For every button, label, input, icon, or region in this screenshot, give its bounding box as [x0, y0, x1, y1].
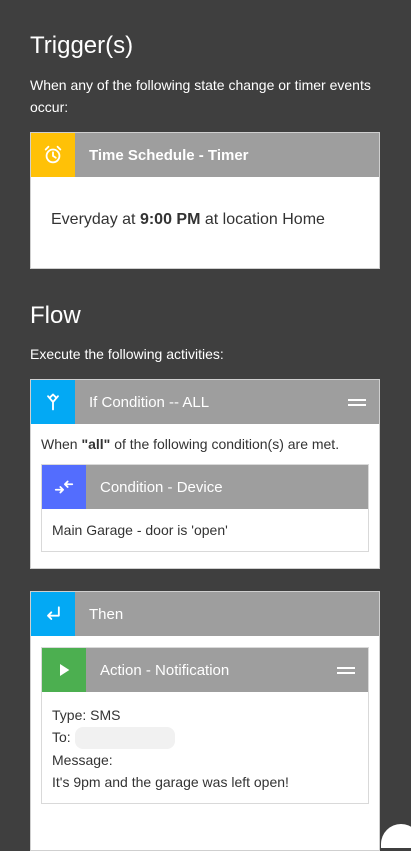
condition-is-word: is	[173, 522, 192, 538]
condition-device-card[interactable]: Condition - Device Main Garage - door is…	[41, 464, 369, 552]
action-notification-header[interactable]: Action - Notification	[42, 648, 368, 692]
enter-return-icon	[31, 592, 75, 636]
action-notification-title: Action - Notification	[100, 661, 230, 679]
if-condition-prefix: When	[41, 436, 82, 452]
action-notification-card[interactable]: Action - Notification Type: SMS To: Mess…	[41, 647, 369, 804]
notification-type-label: Type:	[52, 707, 87, 723]
drag-handle-icon[interactable]	[348, 399, 366, 406]
notification-to-row: To:	[52, 726, 358, 750]
trigger-card-title: Time Schedule - Timer	[89, 146, 249, 164]
if-condition-card[interactable]: If Condition -- ALL When "all" of the fo…	[30, 379, 380, 569]
notification-type-value: SMS	[86, 707, 121, 723]
trigger-schedule-prefix: Everyday at	[51, 211, 140, 228]
play-icon	[42, 648, 86, 692]
trigger-schedule-suffix: at location Home	[200, 211, 325, 228]
if-condition-quantifier: "all"	[81, 436, 111, 452]
flow-title: Flow	[30, 302, 81, 329]
notification-type-row: Type: SMS	[52, 704, 358, 726]
condition-device-value: 'open'	[191, 522, 228, 538]
notification-to-label: To:	[52, 729, 71, 745]
triggers-description: When any of the following state change o…	[30, 77, 371, 115]
then-title: Then	[89, 605, 124, 623]
trigger-card[interactable]: Time Schedule - Timer Everyday at 9:00 P…	[30, 132, 380, 269]
scroll-fab[interactable]	[381, 824, 411, 848]
alarm-clock-icon	[31, 133, 75, 177]
notification-message-value: It's 9pm and the garage was left open!	[52, 774, 289, 791]
if-condition-header[interactable]: If Condition -- ALL	[31, 380, 379, 424]
condition-device-name: Main Garage - door	[52, 522, 174, 538]
triggers-title: Trigger(s)	[30, 32, 134, 59]
then-card[interactable]: Then Action - Notification Type: SMS To:…	[30, 591, 380, 851]
if-condition-suffix: of the following condition(s) are met.	[110, 436, 340, 452]
condition-device-title: Condition - Device	[100, 478, 223, 496]
trigger-schedule-time: 9:00 PM	[139, 211, 201, 228]
redacted-recipient	[74, 727, 175, 750]
if-condition-text: When "all" of the following condition(s)…	[31, 424, 379, 464]
flow-description: Execute the following activities:	[30, 346, 224, 362]
condition-device-header[interactable]: Condition - Device	[42, 465, 368, 509]
then-header[interactable]: Then	[31, 592, 379, 636]
merge-icon	[31, 380, 75, 424]
trigger-card-body: Everyday at 9:00 PM at location Home	[31, 177, 379, 229]
trigger-card-header[interactable]: Time Schedule - Timer	[31, 133, 379, 177]
action-notification-body: Type: SMS To: Message: It's 9pm and the …	[42, 692, 368, 793]
condition-device-body: Main Garage - door is 'open'	[42, 509, 368, 538]
if-condition-title: If Condition -- ALL	[89, 393, 210, 411]
notification-message-label: Message:	[52, 752, 113, 769]
drag-handle-icon[interactable]	[337, 667, 355, 674]
swap-arrows-icon	[42, 465, 86, 509]
